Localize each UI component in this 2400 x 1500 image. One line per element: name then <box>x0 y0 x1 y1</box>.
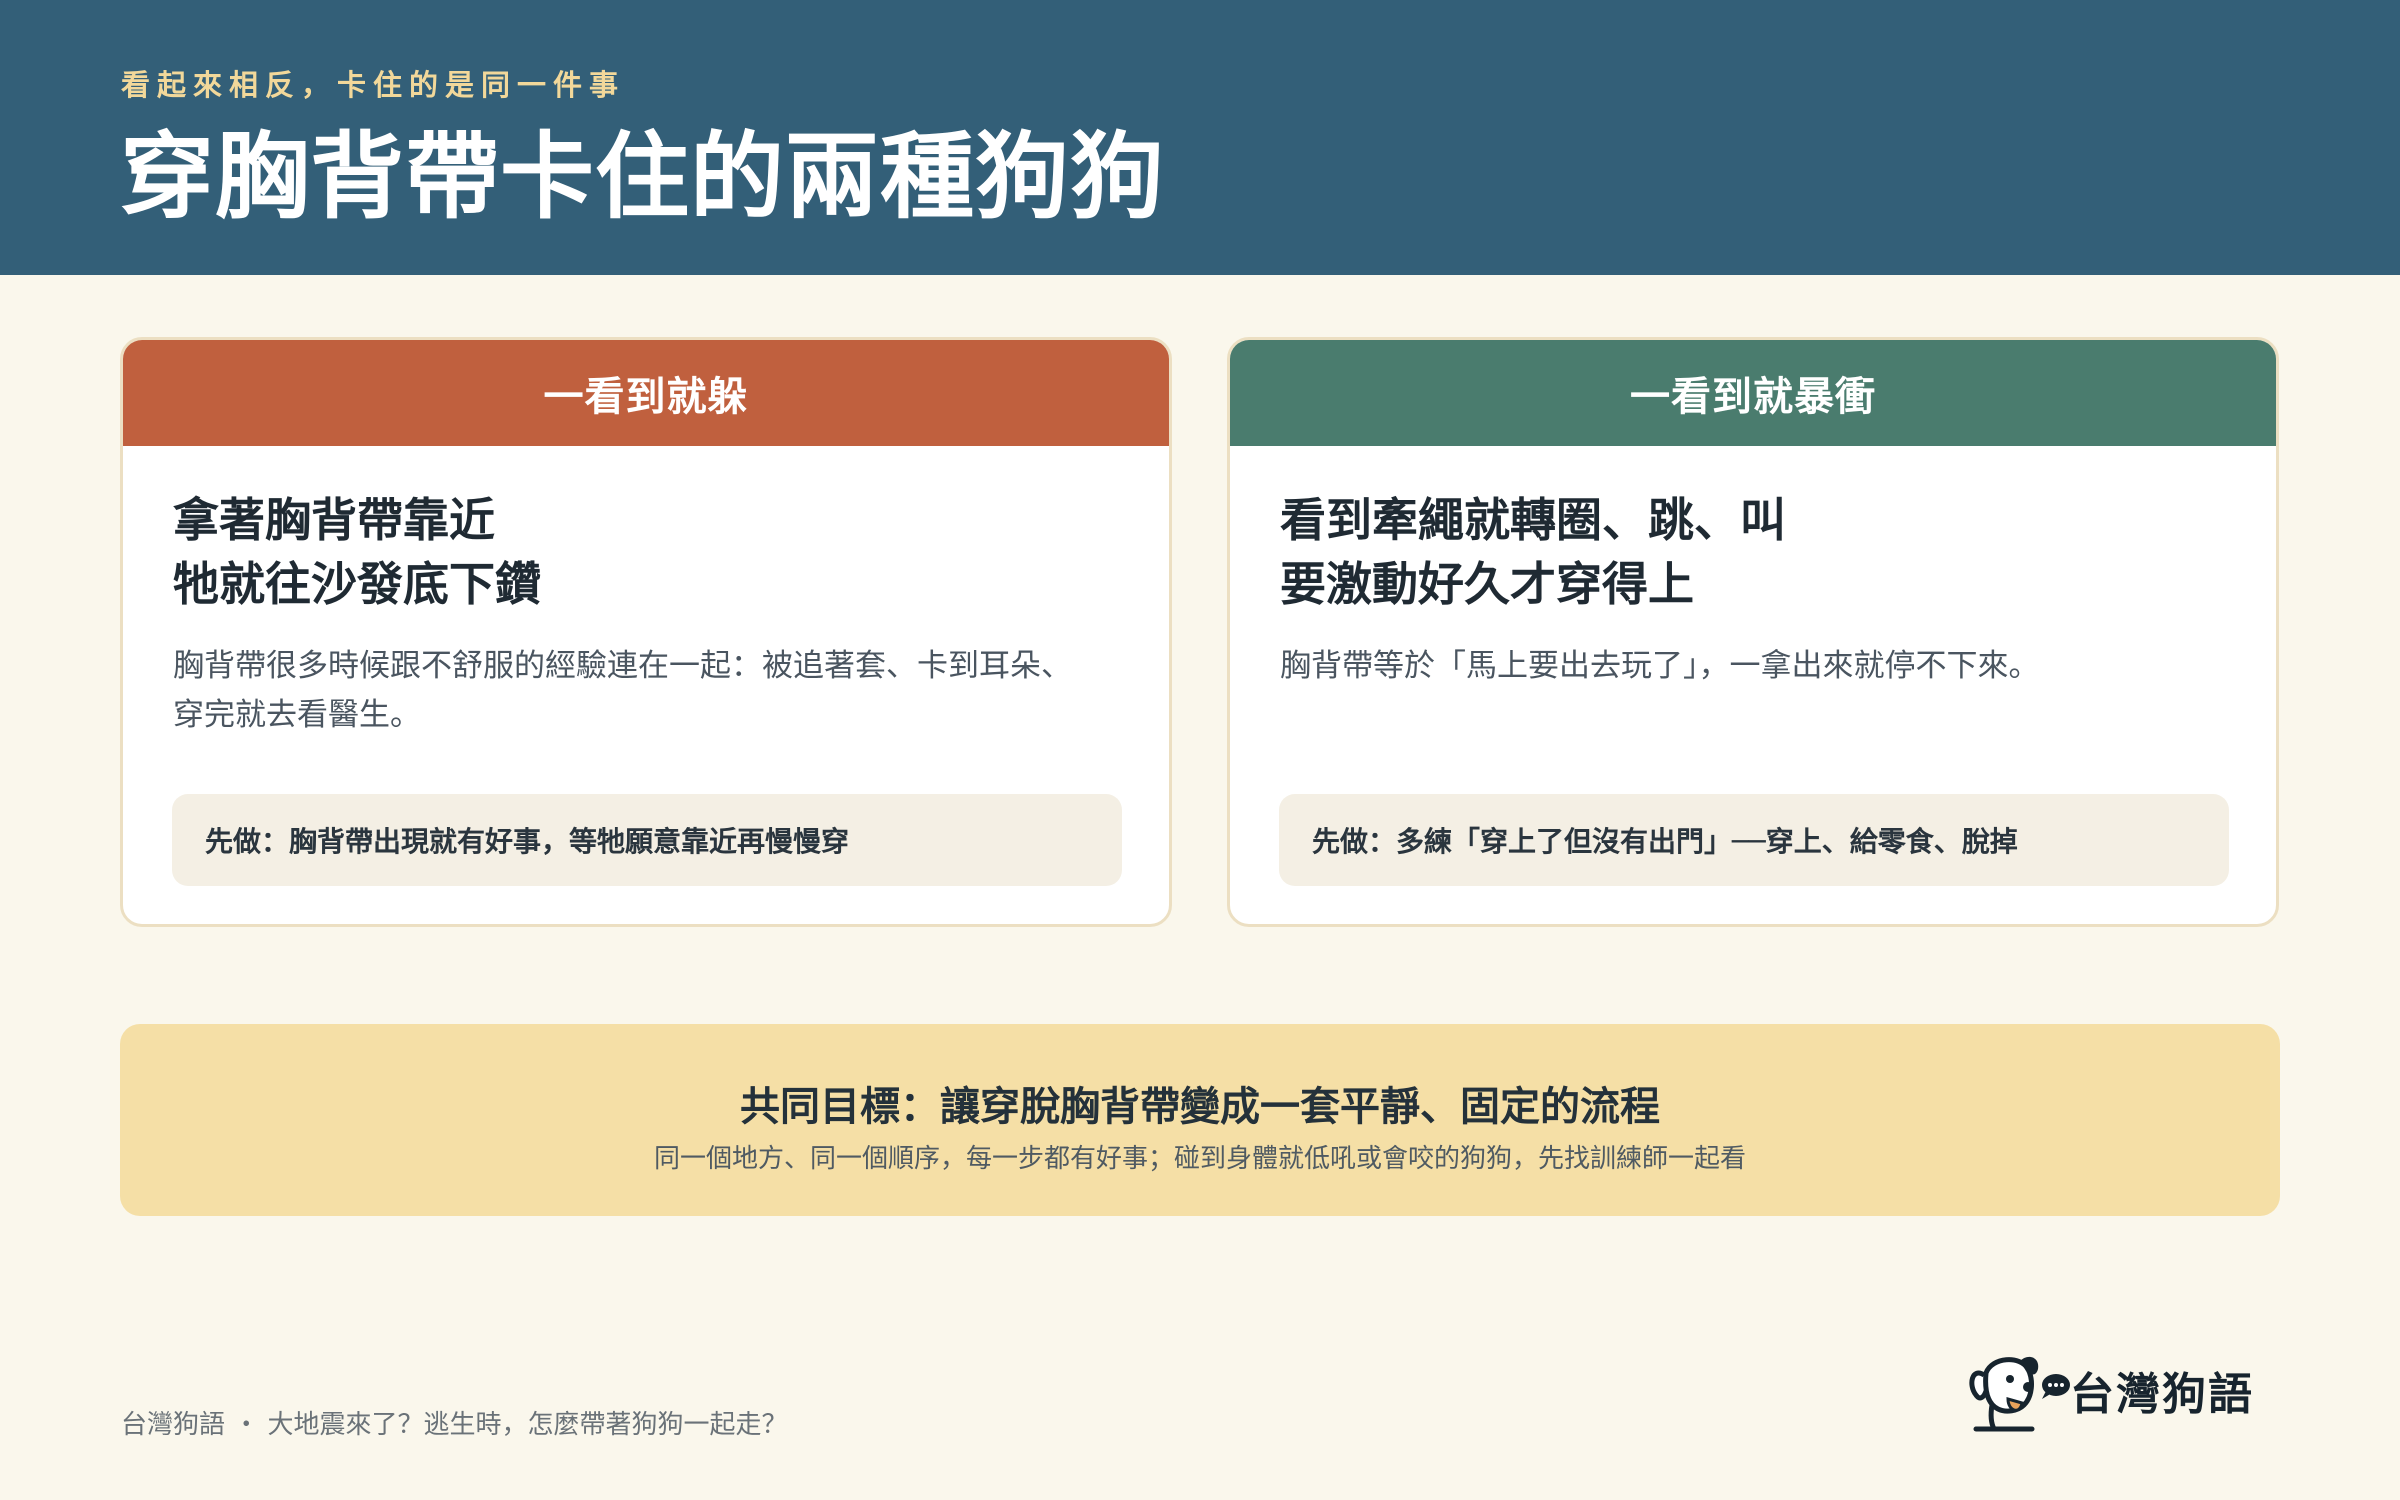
card-title-line: 牠就往沙發底下鑽 <box>173 557 541 611</box>
card-tip: 先做：多練「穿上了但沒有出門」──穿上、給零食、脫掉 <box>1279 794 2229 886</box>
goal-subtitle: 同一個地方、同一個順序，每一步都有好事；碰到身體就低吼或會咬的狗狗，先找訓練師一… <box>653 1144 1746 1174</box>
card-description-line: 胸背帶等於「馬上要出去玩了」，一拿出來就停不下來。 <box>1280 648 2040 684</box>
card-description: 胸背帶很多時候跟不舒服的經驗連在一起：被追著套、卡到耳朵、 穿完就去看醫生。 <box>173 642 1133 740</box>
dog-logo-icon <box>1969 1356 2070 1432</box>
card-title-line: 看到牽繩就轉圈、跳、叫 <box>1280 493 1786 547</box>
card-description-line: 穿完就去看醫生。 <box>173 697 421 733</box>
header-band: 看起來相反，卡住的是同一件事 穿胸背帶卡住的兩種狗狗 <box>0 0 2400 275</box>
card-title: 拿著胸背帶靠近 牠就往沙發底下鑽 <box>173 488 541 616</box>
page-title: 穿胸背帶卡住的兩種狗狗 <box>120 123 1166 232</box>
card-description: 胸背帶等於「馬上要出去玩了」，一拿出來就停不下來。 <box>1280 642 2240 691</box>
card-title-line: 拿著胸背帶靠近 <box>173 493 495 547</box>
header-kicker: 看起來相反，卡住的是同一件事 <box>121 68 626 102</box>
brand-logo: 台灣狗語 <box>1962 1345 2280 1435</box>
card-heading: 一看到就暴衝 <box>1230 340 2276 446</box>
footer-source: 台灣狗語 ・ 大地震來了？逃生時，怎麼帶著狗狗一起走？ <box>121 1410 788 1440</box>
card-rush: 一看到就暴衝 看到牽繩就轉圈、跳、叫 要激動好久才穿得上 胸背帶等於「馬上要出去… <box>1227 337 2279 927</box>
goal-title: 共同目標：讓穿脫胸背帶變成一套平靜、固定的流程 <box>740 1084 1660 1130</box>
common-goal-panel: 共同目標：讓穿脫胸背帶變成一套平靜、固定的流程 同一個地方、同一個順序，每一步都… <box>120 1024 2280 1216</box>
card-description-line: 胸背帶很多時候跟不舒服的經驗連在一起：被追著套、卡到耳朵、 <box>173 648 1072 684</box>
card-title-line: 要激動好久才穿得上 <box>1280 557 1694 611</box>
brand-name: 台灣狗語 <box>2070 1369 2254 1420</box>
card-heading: 一看到就躲 <box>123 340 1169 446</box>
card-title: 看到牽繩就轉圈、跳、叫 要激動好久才穿得上 <box>1280 488 1786 616</box>
card-tip: 先做：胸背帶出現就有好事，等牠願意靠近再慢慢穿 <box>172 794 1122 886</box>
card-avoid: 一看到就躲 拿著胸背帶靠近 牠就往沙發底下鑽 胸背帶很多時候跟不舒服的經驗連在一… <box>120 337 1172 927</box>
